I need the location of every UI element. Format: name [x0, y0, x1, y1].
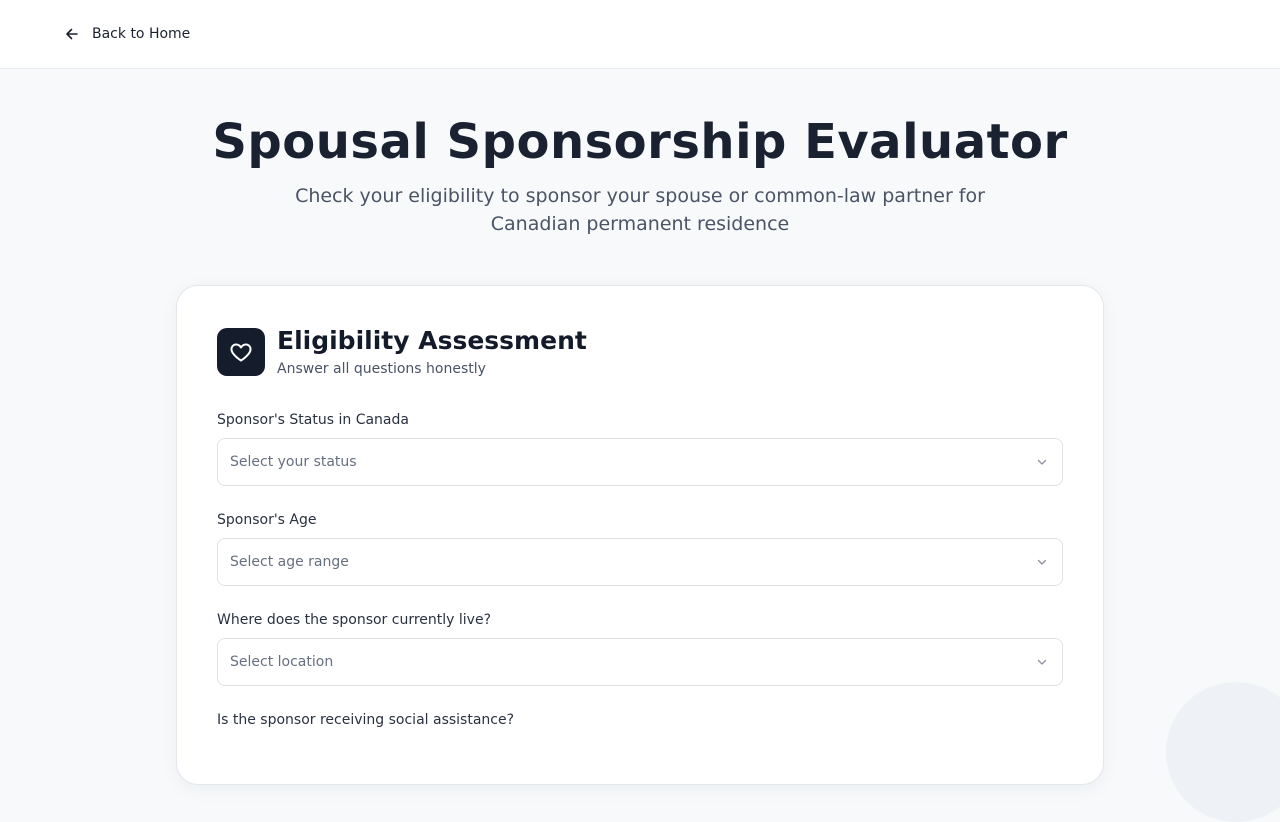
eligibility-card: Eligibility Assessment Answer all questi…	[176, 285, 1104, 785]
card-subtitle: Answer all questions honestly	[277, 361, 486, 377]
page-subtitle: Check your eligibility to sponsor your s…	[295, 185, 985, 235]
sponsor-age-placeholder: Select age range	[230, 554, 349, 570]
sponsor-status-label: Sponsor's Status in Canada	[217, 412, 409, 428]
social-assistance-label: Is the sponsor receiving social assistan…	[217, 712, 515, 728]
sponsor-status-select[interactable]: Select your status	[217, 438, 1063, 486]
sponsor-location-label: Where does the sponsor currently live?	[217, 612, 491, 628]
card-title: Eligibility Assessment	[277, 326, 587, 355]
sponsor-status-placeholder: Select your status	[230, 454, 357, 470]
chevron-down-icon	[1036, 656, 1048, 668]
sponsor-age-label: Sponsor's Age	[217, 512, 317, 528]
sponsor-age-select[interactable]: Select age range	[217, 538, 1063, 586]
back-to-home-label: Back to Home	[92, 26, 191, 42]
top-navbar: Back to Home	[0, 0, 1280, 69]
sponsor-location-select[interactable]: Select location	[217, 638, 1063, 686]
page-title: Spousal Sponsorship Evaluator	[212, 114, 1068, 170]
chevron-down-icon	[1036, 556, 1048, 568]
chevron-down-icon	[1036, 456, 1048, 468]
decorative-circle	[1166, 682, 1280, 822]
sponsor-location-placeholder: Select location	[230, 654, 334, 670]
back-to-home-link[interactable]: Back to Home	[56, 17, 198, 51]
heart-icon	[217, 328, 265, 376]
arrow-left-icon	[64, 26, 80, 42]
